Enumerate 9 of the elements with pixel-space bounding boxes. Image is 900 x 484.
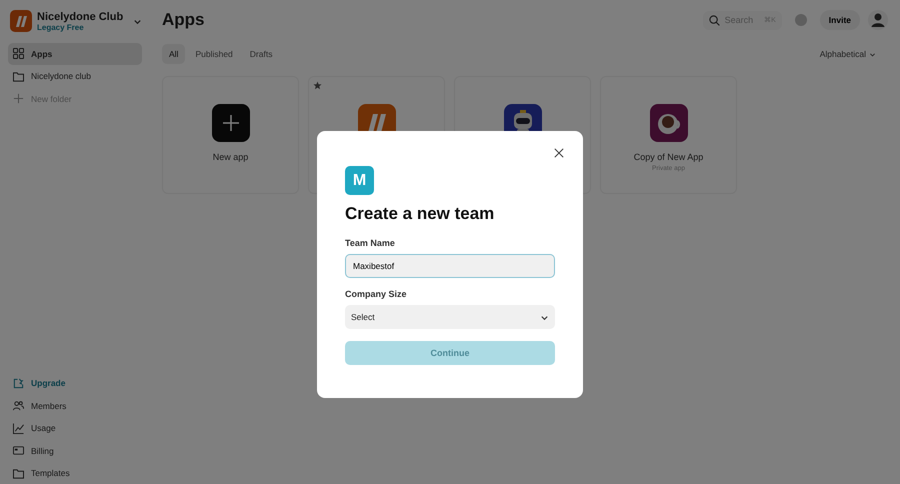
app-name: Copy of New App [634, 152, 704, 162]
dialog-title: Create a new team [345, 204, 496, 224]
team-initial-avatar: M [345, 166, 374, 195]
field-label: Company Size [345, 289, 408, 299]
workspace-plan: Legacy Free [37, 22, 85, 32]
page-title: Apps [162, 10, 204, 30]
field-label: Team Name [345, 238, 396, 248]
workspace-name: Nicelydone Club [37, 10, 124, 22]
app-name: New app [212, 152, 248, 162]
